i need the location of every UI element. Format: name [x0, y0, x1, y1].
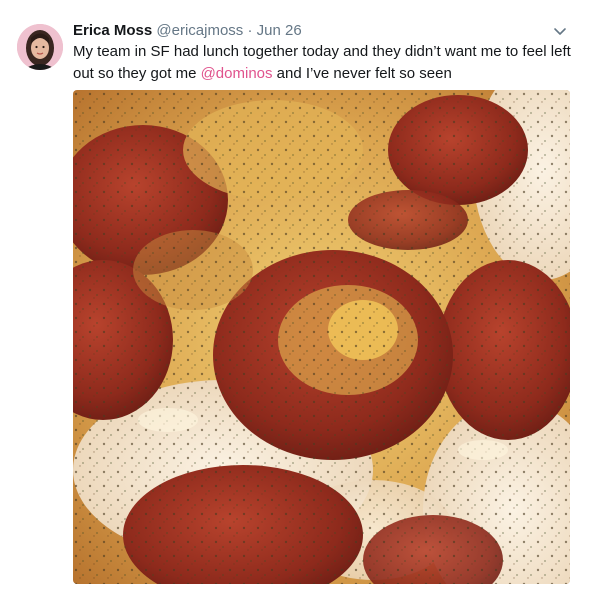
- tweet: Erica Moss @ericajmoss · Jun 26 My team …: [0, 0, 600, 608]
- author-name[interactable]: Erica Moss: [73, 22, 152, 39]
- tweet-text-part: and I’ve never felt so seen: [272, 65, 452, 82]
- tweet-photo[interactable]: [73, 90, 570, 584]
- separator-dot: ·: [247, 22, 253, 39]
- tweet-date[interactable]: Jun 26: [257, 22, 302, 39]
- tweet-header: Erica Moss @ericajmoss · Jun 26: [73, 21, 302, 41]
- author-handle[interactable]: @ericajmoss: [156, 22, 243, 39]
- avatar[interactable]: [17, 24, 63, 70]
- mention-link[interactable]: @dominos: [201, 65, 273, 82]
- tweet-text: My team in SF had lunch together today a…: [73, 41, 573, 85]
- pizza-photo: [73, 90, 570, 584]
- avatar-image: [17, 24, 63, 70]
- chevron-down-icon[interactable]: [552, 24, 568, 40]
